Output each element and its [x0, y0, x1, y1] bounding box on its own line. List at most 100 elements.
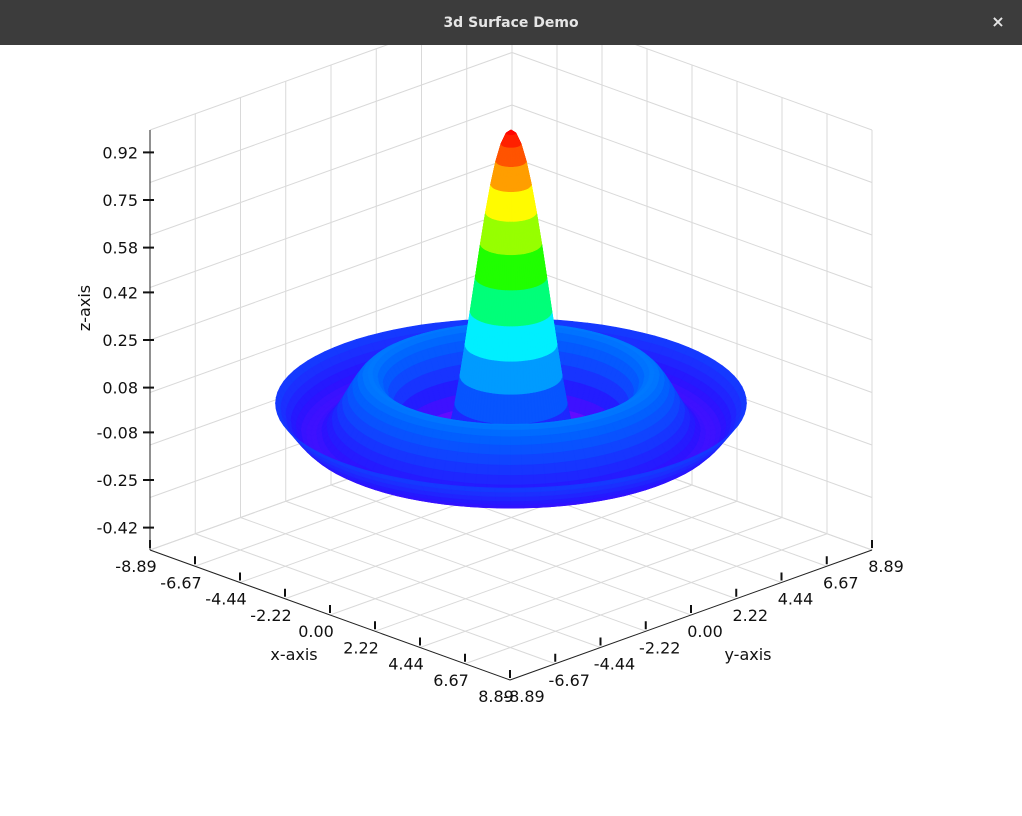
surface-patch: [510, 488, 525, 492]
surface-patch: [522, 465, 534, 476]
surface-patch: [470, 435, 481, 444]
surface-patch: [448, 441, 460, 452]
surface-patch: [533, 464, 545, 475]
y-axis-tick-label: -8.89: [503, 687, 544, 706]
surface-patch: [458, 442, 470, 453]
surface-patch: [478, 454, 490, 465]
surface-patch: [521, 436, 532, 445]
z-axis-tick-label: -0.42: [97, 519, 138, 538]
surface-patch: [511, 437, 521, 446]
chart-canvas: -8.89-6.67-4.44-2.220.002.224.446.678.89…: [0, 45, 1022, 812]
surface-patch: [479, 444, 490, 454]
z-axis-tick-label: -0.08: [97, 423, 138, 442]
y-axis-label: y-axis: [724, 645, 771, 664]
window-title: 3d Surface Demo: [443, 15, 578, 31]
surface-patch: [511, 148, 512, 167]
surface-patch: [499, 465, 510, 475]
surface-patch: [490, 436, 501, 445]
surface-patch: [511, 475, 523, 485]
y-axis-tick-label: -4.44: [594, 655, 635, 674]
surface-patch: [511, 167, 512, 192]
surface-patch: [520, 426, 530, 431]
surface-patch: [511, 395, 515, 425]
x-axis-tick-label: 6.67: [433, 671, 469, 690]
surface-chart[interactable]: -8.89-6.67-4.44-2.220.002.224.446.678.89…: [0, 45, 1022, 812]
surface-patch: [489, 445, 500, 455]
surface-patch: [489, 455, 500, 466]
surface-patch: [510, 497, 525, 501]
surface-patch: [520, 430, 530, 437]
surface-patch: [487, 475, 499, 485]
surface-patch: [540, 486, 556, 491]
surface-patch: [511, 291, 514, 327]
surface-patch: [491, 430, 501, 437]
z-axis-tick-label: 0.58: [102, 239, 138, 258]
surface-patch: [444, 461, 456, 473]
surface-patch: [540, 428, 551, 435]
surface-patch: [507, 395, 511, 425]
z-axis-tick-label: 0.75: [102, 191, 138, 210]
surface-patch: [501, 426, 511, 430]
surface-patch: [456, 452, 468, 463]
y-axis-tick-label: 8.89: [868, 557, 904, 576]
y-axis-tick-label: 0.00: [687, 622, 723, 641]
surface-patch: [499, 475, 511, 485]
z-axis-tick-label: 0.42: [102, 283, 138, 302]
surface-patch: [550, 434, 561, 443]
surface-patch: [500, 445, 511, 455]
surface-patch: [562, 441, 574, 452]
surface-patch: [511, 426, 521, 430]
surface-patch: [495, 488, 511, 492]
surface-patch: [466, 463, 478, 474]
x-axis-label: x-axis: [270, 645, 317, 664]
surface-patch: [442, 471, 455, 482]
surface-patch: [481, 429, 492, 436]
surface-patch: [496, 497, 511, 501]
surface-patch: [509, 255, 511, 290]
surface-patch: [544, 463, 556, 474]
surface-patch: [553, 452, 565, 463]
surface-patch: [511, 255, 513, 290]
surface-patch: [543, 453, 555, 464]
surface-patch: [567, 471, 580, 482]
window-titlebar: 3d Surface Demo ×: [0, 0, 1022, 45]
surface-patch: [533, 474, 545, 484]
surface-patch: [368, 371, 373, 375]
surface-patch: [491, 426, 501, 431]
surface-patch: [464, 473, 476, 484]
surface-patch: [460, 434, 471, 443]
z-axis-tick-label: 0.92: [102, 143, 138, 162]
x-axis-tick-label: -4.44: [205, 590, 246, 609]
y-axis-tick-label: 2.22: [732, 606, 768, 625]
surface-patch: [504, 395, 508, 425]
x-axis-tick-label: 4.44: [388, 655, 424, 674]
x-axis-tick-label: 2.22: [343, 638, 379, 657]
close-icon[interactable]: ×: [988, 12, 1008, 32]
surface-patch: [541, 435, 552, 444]
surface-patch: [649, 374, 654, 378]
surface-patch: [514, 395, 518, 425]
surface-patch: [511, 362, 514, 395]
surface-patch: [545, 473, 557, 484]
surface-patch: [455, 462, 467, 473]
surface-patch: [511, 445, 522, 455]
surface-patch: [530, 429, 541, 436]
surface-patch: [508, 362, 511, 395]
surface-patch: [496, 501, 510, 505]
surface-patch: [508, 327, 511, 362]
z-axis-tick-label: -0.25: [97, 471, 138, 490]
x-axis-tick-label: -6.67: [160, 573, 201, 592]
surface-patch: [511, 455, 522, 465]
surface-patch: [542, 443, 554, 454]
surface-patch: [554, 462, 566, 473]
surface-patch: [531, 444, 542, 454]
surface-patch: [525, 492, 540, 497]
y-axis-tick-label: 6.67: [823, 573, 859, 592]
surface-patch: [511, 192, 513, 222]
surface-patch: [453, 472, 466, 483]
surface-patch: [511, 430, 521, 437]
surface-patch: [531, 436, 542, 445]
x-axis-tick-label: 0.00: [298, 622, 334, 641]
surface-patch: [563, 451, 575, 463]
x-axis-tick-label: -2.22: [250, 606, 291, 625]
